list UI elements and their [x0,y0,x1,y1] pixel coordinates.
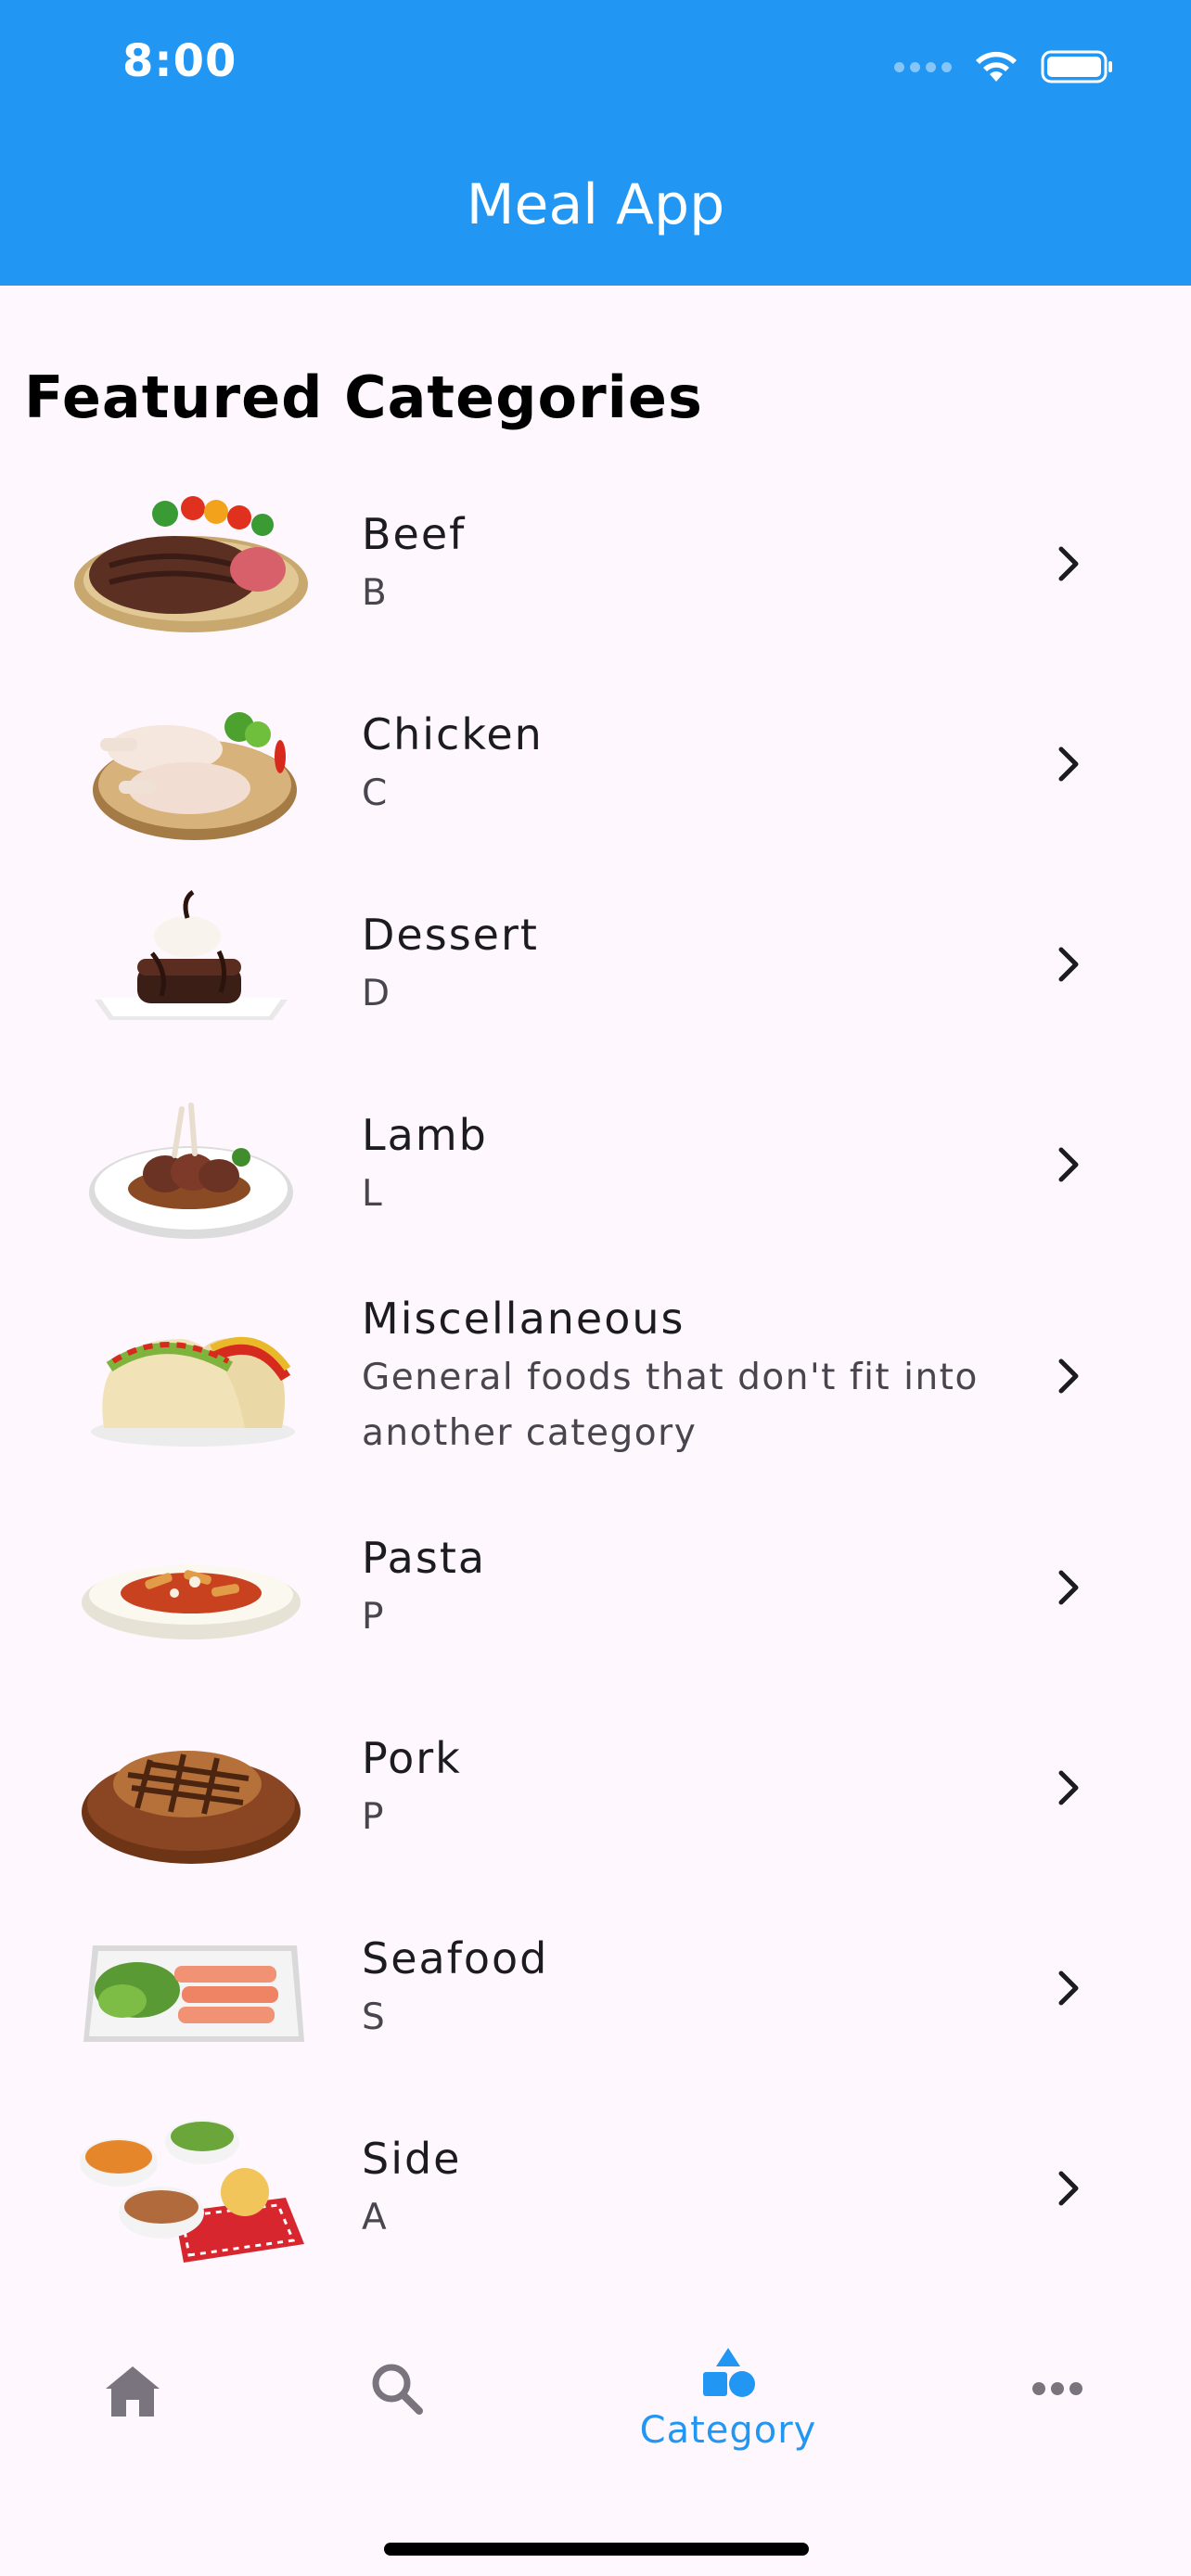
category-item-seafood[interactable]: Seafood S [0,1888,1191,2088]
nav-more[interactable] [1031,2381,1083,2400]
tacos-thumbnail-icon [91,1336,295,1447]
wifi-icon [976,51,1017,82]
bottom-nav: Category [0,2309,1191,2576]
pasta-thumbnail-icon [82,1565,301,1639]
home-indicator [384,2543,809,2556]
nav-category[interactable]: Category [612,2346,844,2452]
app-title: Meal App [466,172,725,237]
chevron-right-icon [1058,1570,1079,1605]
chevron-right-icon [1058,1358,1079,1394]
nav-home[interactable] [102,2363,163,2422]
chevron-right-icon [1058,2171,1079,2206]
category-item-side[interactable]: Side A [0,2088,1191,2289]
category-item-lamb[interactable]: Lamb L [0,1065,1191,1265]
category-description: B [362,572,389,614]
category-name: Dessert [362,910,539,960]
battery-icon [1041,50,1112,83]
chevron-right-icon [1058,546,1079,581]
category-item-beef[interactable]: Beef B [0,464,1191,664]
category-name: Chicken [362,709,544,759]
seafood-thumbnail-icon [83,1945,304,2042]
category-description: C [362,772,389,814]
home-icon [106,2366,160,2417]
category-description: S [362,1996,387,2038]
category-item-miscellaneous[interactable]: Miscellaneous General foods that don't f… [0,1265,1191,1487]
lamb-thumbnail-icon [89,1103,293,1239]
category-description: A [362,2197,389,2238]
category-item-pork[interactable]: Pork P [0,1688,1191,1888]
category-item-pasta[interactable]: Pasta P [0,1487,1191,1688]
chevron-right-icon [1058,1147,1079,1182]
app-bar: 8:00 Meal App [0,0,1191,286]
category-item-chicken[interactable]: Chicken C [0,664,1191,864]
nav-search[interactable] [369,2361,425,2420]
category-icon [703,2348,755,2397]
search-icon [372,2364,423,2415]
chevron-right-icon [1058,746,1079,782]
category-item-dessert[interactable]: Dessert D [0,864,1191,1065]
category-name: Miscellaneous [362,1294,685,1344]
cellular-signal-icon [894,61,952,72]
chevron-right-icon [1058,947,1079,982]
category-name: Side [362,2134,462,2184]
chicken-thumbnail-icon [93,712,297,840]
section-title: Featured Categories [24,363,703,431]
more-horizontal-icon [1032,2382,1082,2395]
category-name: Pasta [362,1533,487,1583]
category-description: P [362,1796,386,1838]
chevron-right-icon [1058,1970,1079,2006]
category-description: D [362,973,391,1014]
category-name: Beef [362,509,467,559]
category-name: Pork [362,1733,462,1783]
chevron-right-icon [1058,1770,1079,1805]
status-time: 8:00 [122,35,237,87]
pork-thumbnail-icon [82,1751,301,1864]
category-description: General foods that don't fit into anothe… [362,1357,979,1454]
category-name: Lamb [362,1110,488,1160]
category-list: Beef B Chicken C Dessert D Lamb L Miscel… [0,464,1191,2289]
dessert-thumbnail-icon [95,889,288,1020]
status-icons [894,48,1115,85]
side-thumbnail-icon [80,2120,304,2263]
category-name: Seafood [362,1933,549,1983]
beef-thumbnail-icon [74,496,308,632]
nav-category-label: Category [639,2409,817,2452]
category-description: P [362,1596,386,1638]
category-description: L [362,1173,384,1215]
